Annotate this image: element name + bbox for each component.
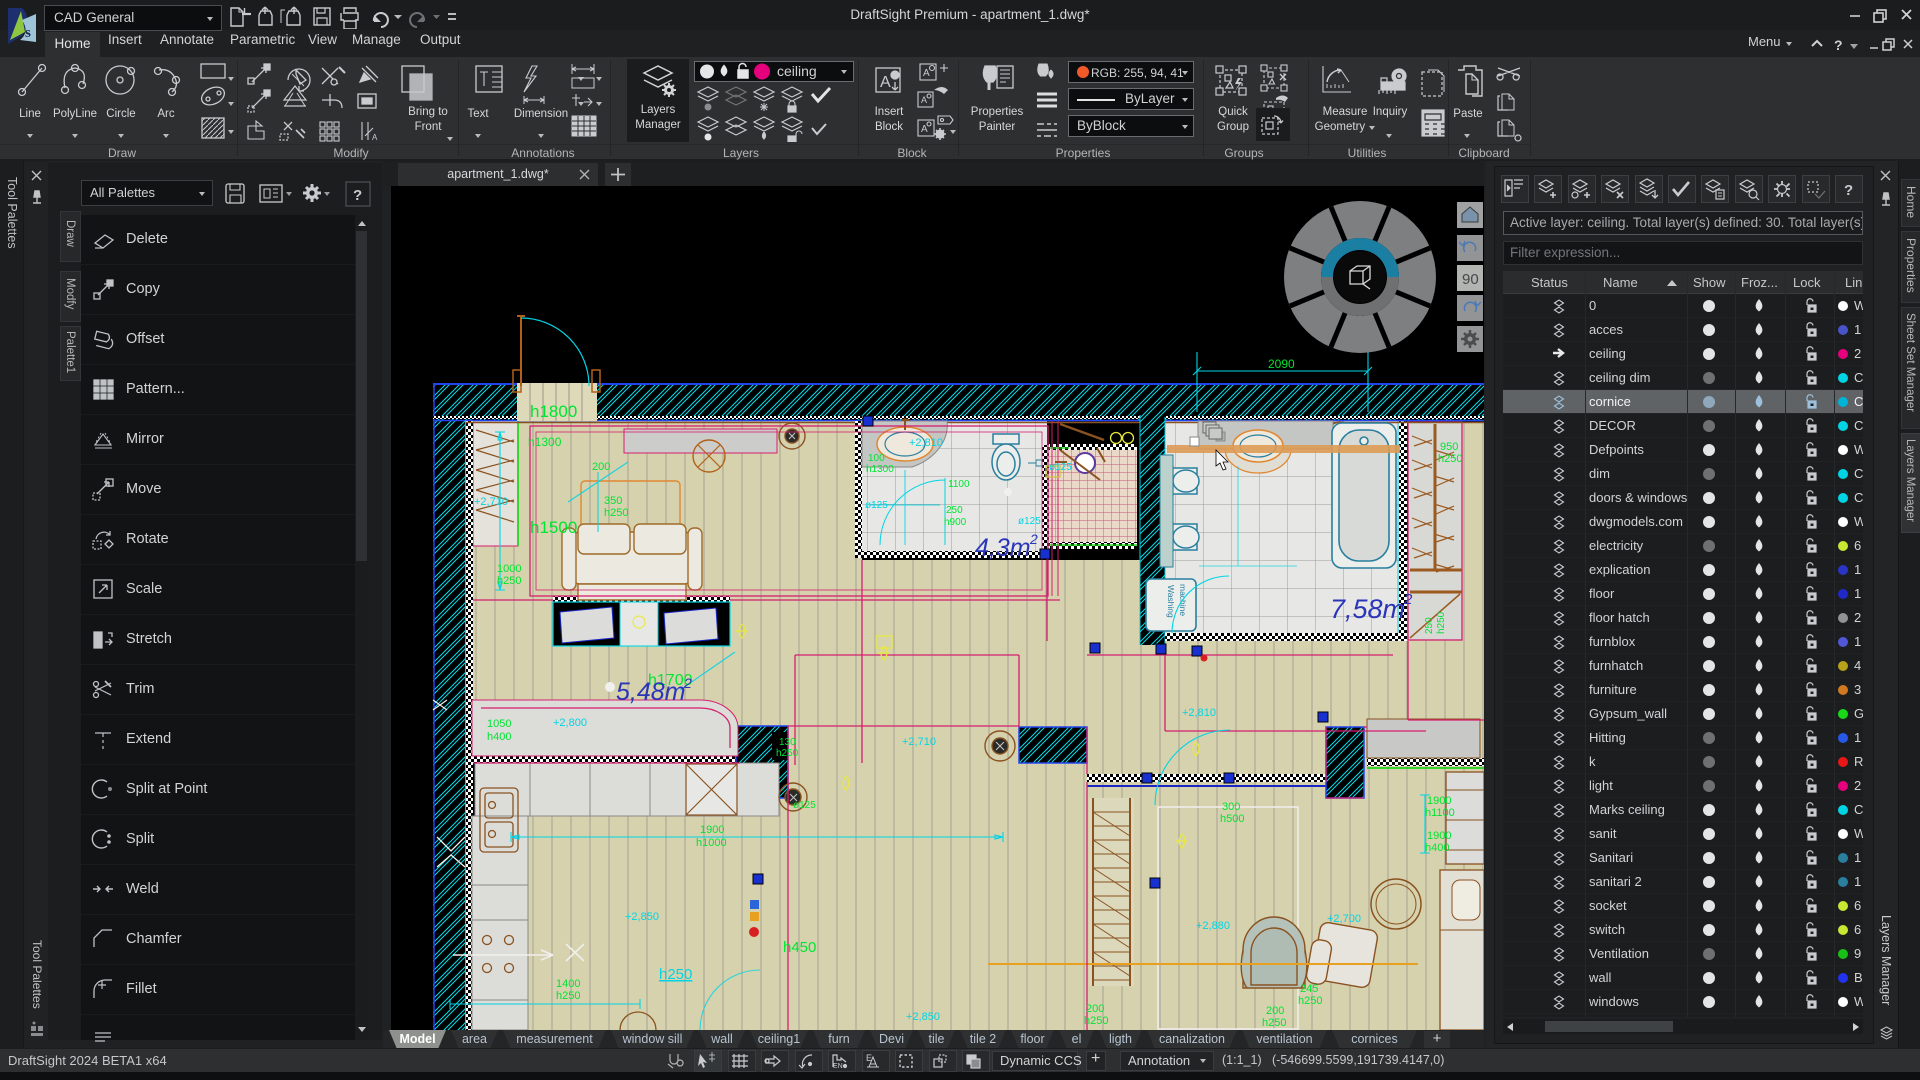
svg-text:5,48m: 5,48m [616, 678, 685, 706]
svg-text:+2,880: +2,880 [1196, 920, 1230, 932]
svg-text:h500: h500 [1220, 813, 1244, 825]
svg-text:EN: EN [833, 1063, 843, 1070]
svg-text:h250: h250 [1436, 611, 1447, 634]
svg-text:A: A [372, 133, 378, 142]
svg-text:250: 250 [1424, 617, 1435, 634]
svg-text:2: 2 [1029, 531, 1038, 547]
svg-text:?: ? [1834, 37, 1843, 53]
svg-text:4,3m: 4,3m [975, 534, 1031, 562]
svg-text:+2,710: +2,710 [902, 736, 936, 748]
svg-text:h900: h900 [944, 517, 967, 528]
svg-text:90: 90 [1462, 271, 1479, 288]
svg-text:machine: machine [1178, 584, 1188, 616]
svg-text:1100: 1100 [948, 479, 970, 490]
svg-text:950: 950 [1440, 441, 1458, 453]
svg-text:h400: h400 [1425, 842, 1449, 854]
svg-text:1400: 1400 [556, 978, 580, 990]
svg-text:h1800: h1800 [530, 402, 577, 421]
svg-text:1900: 1900 [1427, 830, 1451, 842]
svg-text:+2,850: +2,850 [625, 911, 659, 923]
svg-text:h450: h450 [783, 939, 816, 956]
svg-text:h250: h250 [1298, 995, 1322, 1007]
svg-text:A: A [921, 95, 927, 105]
svg-text:h1000: h1000 [696, 837, 727, 849]
svg-text:?: ? [353, 187, 362, 204]
svg-text:ø125: ø125 [793, 800, 816, 811]
svg-text:+2,810: +2,810 [1182, 707, 1216, 719]
svg-text:200: 200 [1266, 1005, 1284, 1017]
svg-text:ø125: ø125 [865, 500, 888, 511]
svg-text:h400: h400 [487, 731, 511, 743]
svg-text:1000: 1000 [497, 563, 521, 575]
svg-text:+2,800: +2,800 [553, 717, 587, 729]
svg-text:h250: h250 [1438, 453, 1462, 465]
svg-text:7,58m: 7,58m [1330, 594, 1405, 624]
svg-text:200: 200 [1086, 1003, 1104, 1015]
svg-text:Washing: Washing [1166, 585, 1176, 618]
svg-text:200: 200 [592, 461, 610, 473]
svg-text:A: A [923, 68, 930, 79]
svg-text:h250: h250 [556, 990, 580, 1002]
svg-text:A: A [880, 74, 891, 91]
svg-text:A: A [921, 124, 928, 135]
svg-text:350: 350 [604, 495, 622, 507]
svg-text:h1100: h1100 [1425, 807, 1455, 819]
svg-text:1050: 1050 [487, 718, 511, 730]
svg-text:ø125: ø125 [1049, 462, 1072, 473]
svg-text:h1300: h1300 [528, 435, 562, 449]
svg-text:250: 250 [946, 505, 963, 516]
svg-text:245: 245 [1300, 983, 1318, 995]
svg-text:2: 2 [1403, 591, 1413, 608]
svg-text:h250: h250 [1262, 1017, 1286, 1029]
svg-text:+2,850: +2,850 [906, 1011, 940, 1023]
svg-text:?: ? [1844, 182, 1853, 199]
svg-text:300: 300 [1222, 801, 1240, 813]
svg-text:1900: 1900 [700, 824, 724, 836]
svg-text:1900: 1900 [1427, 795, 1451, 807]
svg-text:+2,810: +2,810 [909, 437, 943, 449]
svg-text:h1500: h1500 [530, 518, 577, 537]
svg-text:+2,710: +2,710 [474, 496, 508, 508]
svg-text:130: 130 [779, 737, 796, 748]
svg-text:+2,700: +2,700 [1327, 913, 1361, 925]
svg-text:ø125: ø125 [1018, 516, 1041, 527]
svg-text:h1300: h1300 [866, 464, 894, 475]
svg-text:h250: h250 [776, 748, 799, 759]
svg-text:s: s [25, 25, 31, 41]
svg-text:h250: h250 [1084, 1015, 1108, 1027]
svg-text:2: 2 [683, 675, 692, 691]
svg-text:h250: h250 [497, 575, 521, 587]
svg-text:h250: h250 [659, 966, 692, 983]
svg-text:h250: h250 [604, 507, 628, 519]
svg-text:100: 100 [868, 453, 885, 464]
